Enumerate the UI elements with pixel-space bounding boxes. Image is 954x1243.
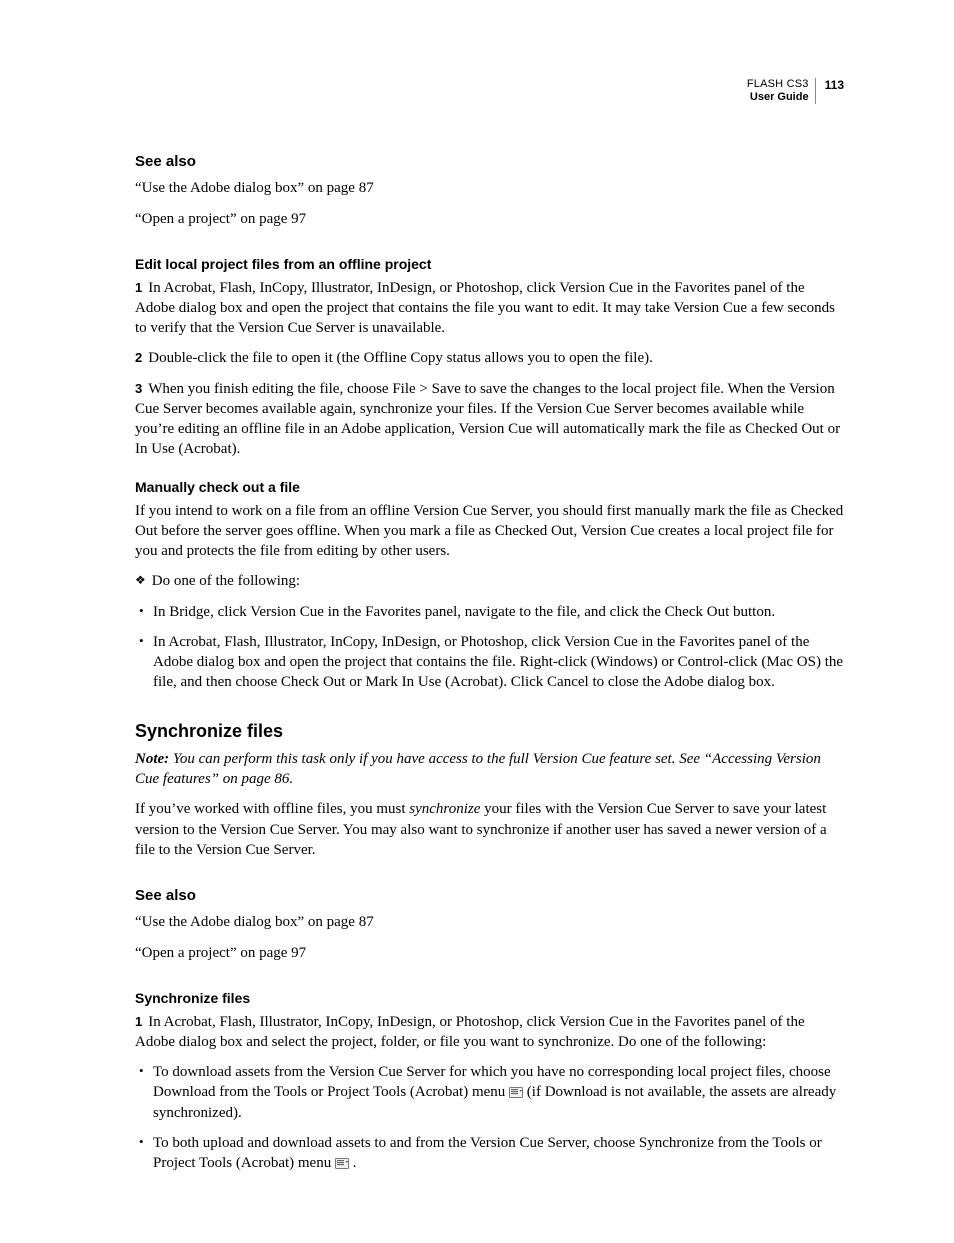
- see-also-heading: See also: [135, 886, 844, 906]
- sync-section: Synchronize files Note: You can perform …: [135, 719, 844, 861]
- step-item: 2 Double-click the file to open it (the O…: [135, 348, 844, 368]
- step-text: In Acrobat, Flash, Illustrator, InCopy, …: [135, 1014, 805, 1050]
- step-text: Double-click the file to open it (the Of…: [148, 350, 653, 366]
- italic-run: synchronize: [409, 801, 480, 817]
- see-also-section: See also “Use the Adobe dialog box” on p…: [135, 152, 844, 229]
- see-also-section: See also “Use the Adobe dialog box” on p…: [135, 886, 844, 963]
- page-number: 113: [819, 78, 844, 92]
- list-item: In Acrobat, Flash, Illustrator, InCopy, …: [153, 632, 844, 693]
- subsection-heading: Edit local project files from an offline…: [135, 255, 844, 274]
- see-also-link: “Open a project” on page 97: [135, 209, 844, 229]
- note-paragraph: Note: You can perform this task only if …: [135, 749, 844, 790]
- list-item: To download assets from the Version Cue …: [153, 1062, 844, 1123]
- tools-menu-icon: [335, 1157, 349, 1169]
- bullet-list: In Bridge, click Version Cue in the Favo…: [135, 602, 844, 693]
- see-also-heading: See also: [135, 152, 844, 172]
- note-body: You can perform this task only if you ha…: [135, 751, 821, 787]
- sync-files-section: Synchronize files 1In Acrobat, Flash, Il…: [135, 989, 844, 1174]
- text-run: If you’ve worked with offline files, you…: [135, 801, 409, 817]
- page-header: FLASH CS3 User Guide 113: [747, 78, 844, 104]
- step-number: 2: [135, 350, 142, 365]
- document-page: FLASH CS3 User Guide 113 See also “Use t…: [0, 0, 954, 1243]
- product-name: FLASH CS3: [747, 78, 809, 90]
- text-run: To both upload and download assets to an…: [153, 1135, 822, 1171]
- guide-label: User Guide: [750, 91, 809, 103]
- paragraph: If you’ve worked with offline files, you…: [135, 799, 844, 860]
- section-heading: Synchronize files: [135, 719, 844, 743]
- step-item: 1In Acrobat, Flash, InCopy, Illustrator,…: [135, 278, 844, 339]
- lead-line: ❖ Do one of the following:: [135, 571, 844, 591]
- see-also-link: “Open a project” on page 97: [135, 943, 844, 963]
- tools-menu-icon: [509, 1086, 523, 1098]
- step-item: 1In Acrobat, Flash, Illustrator, InCopy,…: [135, 1012, 844, 1053]
- step-text: When you finish editing the file, choose…: [135, 381, 840, 458]
- text-run: .: [353, 1155, 357, 1171]
- step-number: 3: [135, 381, 142, 396]
- diamond-icon: ❖: [135, 572, 146, 588]
- paragraph: If you intend to work on a file from an …: [135, 501, 844, 562]
- list-item: In Bridge, click Version Cue in the Favo…: [153, 602, 844, 622]
- step-number: 1: [135, 1014, 142, 1029]
- bullet-list: To download assets from the Version Cue …: [135, 1062, 844, 1173]
- manual-checkout-section: Manually check out a file If you intend …: [135, 478, 844, 693]
- list-item: To both upload and download assets to an…: [153, 1133, 844, 1174]
- subsection-heading: Synchronize files: [135, 989, 844, 1008]
- subsection-heading: Manually check out a file: [135, 478, 844, 497]
- step-item: 3When you finish editing the file, choos…: [135, 379, 844, 460]
- step-number: 1: [135, 280, 142, 295]
- see-also-link: “Use the Adobe dialog box” on page 87: [135, 912, 844, 932]
- lead-text: Do one of the following:: [152, 573, 300, 589]
- edit-local-section: Edit local project files from an offline…: [135, 255, 844, 460]
- see-also-link: “Use the Adobe dialog box” on page 87: [135, 178, 844, 198]
- note-label: Note:: [135, 751, 169, 767]
- step-text: In Acrobat, Flash, InCopy, Illustrator, …: [135, 280, 835, 337]
